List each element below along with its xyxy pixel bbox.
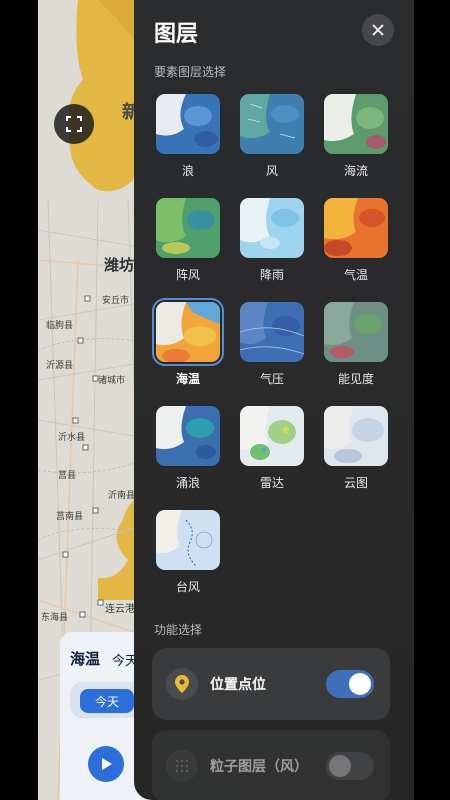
layer-label: 海流 xyxy=(343,164,368,178)
layer-thumbnail xyxy=(240,198,304,258)
element-section-label: 要素图层选择 xyxy=(154,65,227,79)
particle-layer-toggle[interactable] xyxy=(326,752,374,780)
layer-label: 海温 xyxy=(175,372,200,386)
layer-typhoon[interactable]: 台风 xyxy=(155,510,221,595)
map-label: 莒县 xyxy=(58,471,77,481)
layer-wave[interactable]: 浪 xyxy=(155,94,221,179)
layer-thumbnail xyxy=(324,198,388,258)
layer-rain[interactable]: 降雨 xyxy=(239,198,305,283)
layer-thumbnail xyxy=(240,406,304,466)
particle-layer-label: 粒子图层（风） xyxy=(210,759,308,775)
play-icon xyxy=(102,758,112,770)
layer-label: 风 xyxy=(265,164,278,178)
layer-thumbnail xyxy=(152,298,224,366)
layer-radar[interactable]: 雷达 xyxy=(239,406,305,491)
layer-temperature[interactable]: 气温 xyxy=(323,198,389,283)
layer-label: 涌浪 xyxy=(175,476,200,490)
map-label: 安丘市 xyxy=(102,296,130,306)
map-label: 诸城市 xyxy=(98,376,126,386)
location-pin-icon xyxy=(166,668,198,700)
map-label: 沂源县 xyxy=(46,361,74,371)
function-section-label: 功能选择 xyxy=(154,623,203,637)
location-point-toggle[interactable] xyxy=(326,670,374,698)
layer-thumbnail xyxy=(240,94,304,154)
map-label: 东海县 xyxy=(41,613,69,623)
play-button[interactable] xyxy=(88,746,124,782)
layer-current[interactable]: 海流 xyxy=(323,94,389,179)
map-label: 沂南县 xyxy=(108,491,136,501)
map-label: 莒南县 xyxy=(56,512,84,522)
particle-layer-card: 粒子图层（风） xyxy=(152,730,390,800)
location-point-card: 位置点位 xyxy=(152,648,390,720)
layer-label: 雷达 xyxy=(259,476,284,490)
map-label-city: 潍坊 xyxy=(104,256,135,274)
layer-thumbnail xyxy=(324,94,388,154)
panel-title: 图层 xyxy=(154,22,199,47)
layer-thumbnail xyxy=(240,302,304,362)
layer-label: 气温 xyxy=(343,268,368,282)
fullscreen-button[interactable] xyxy=(54,104,94,144)
layer-panel: 图层 要素图层选择 浪 风 海流 阵风 降雨 气温 海温 气压 能见度 涌浪 雷… xyxy=(134,0,414,800)
layer-cloud[interactable]: 云图 xyxy=(323,406,389,491)
layer-label: 能见度 xyxy=(337,372,374,386)
layer-label: 气压 xyxy=(259,372,284,386)
layer-label: 云图 xyxy=(343,476,368,490)
map-label: 沂水县 xyxy=(58,433,86,443)
layer-thumbnail xyxy=(156,94,220,154)
layer-label: 降雨 xyxy=(259,268,284,282)
layer-thumbnail xyxy=(324,302,388,362)
layer-thumbnail xyxy=(156,406,220,466)
fullscreen-icon xyxy=(66,116,82,132)
layer-pressure[interactable]: 气压 xyxy=(239,302,305,387)
info-card-title: 海温 xyxy=(70,650,101,668)
layer-wind[interactable]: 风 xyxy=(239,94,305,179)
layer-gust[interactable]: 阵风 xyxy=(155,198,221,283)
layer-label: 浪 xyxy=(181,164,194,178)
layer-thumbnail xyxy=(324,406,388,466)
layer-thumbnail xyxy=(156,198,220,258)
map-label: 连云港 xyxy=(105,604,135,615)
layer-visibility[interactable]: 能见度 xyxy=(323,302,389,387)
close-icon xyxy=(372,24,384,36)
day-pill-today[interactable]: 今天 xyxy=(80,689,134,713)
map-label: 临朐县 xyxy=(46,321,74,331)
particle-grid-icon xyxy=(166,750,198,782)
layer-thumbnail xyxy=(156,510,220,570)
layer-label: 阵风 xyxy=(175,268,200,282)
location-point-label: 位置点位 xyxy=(210,677,266,693)
close-button[interactable] xyxy=(362,14,394,46)
layer-label: 台风 xyxy=(175,580,200,594)
layer-sea-temperature[interactable]: 海温 xyxy=(152,298,224,387)
screen-bezel-left xyxy=(0,0,38,800)
layer-swell[interactable]: 涌浪 xyxy=(155,406,221,491)
screen-bezel-right xyxy=(414,0,450,800)
